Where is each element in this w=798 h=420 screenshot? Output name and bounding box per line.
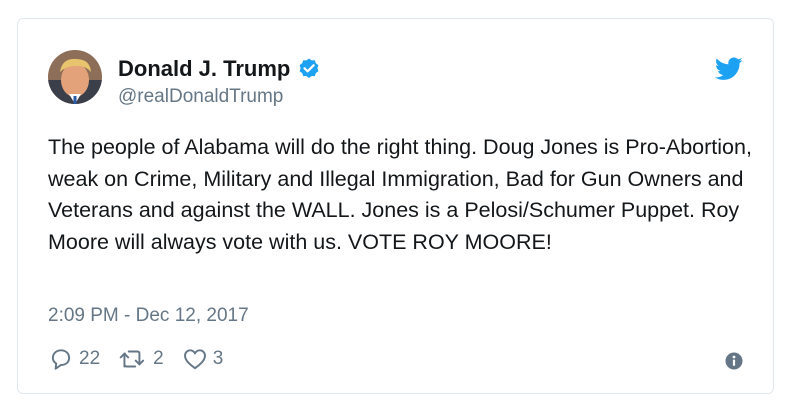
tweet-timestamp[interactable]: 2:09 PM - Dec 12, 2017 bbox=[48, 305, 249, 327]
avatar-image bbox=[48, 50, 102, 104]
reply-count: 22 bbox=[79, 348, 101, 369]
like-count: 3 bbox=[212, 348, 224, 369]
verified-badge-icon bbox=[297, 57, 321, 81]
info-icon[interactable] bbox=[725, 352, 743, 370]
author-row: Donald J. Trump bbox=[118, 55, 321, 83]
tweet-card: Donald J. Trump @realDonaldTrump The peo… bbox=[17, 18, 774, 394]
heart-icon bbox=[183, 349, 206, 370]
retweet-icon bbox=[119, 350, 145, 368]
tweet-actions: 22 2 3 bbox=[48, 345, 241, 373]
reply-button[interactable]: 22 bbox=[48, 346, 100, 372]
author-display-name[interactable]: Donald J. Trump bbox=[118, 56, 290, 82]
like-button[interactable]: 3 bbox=[182, 346, 224, 372]
tweet-text: The people of Alabama will do the right … bbox=[48, 135, 752, 254]
author-handle[interactable]: @realDonaldTrump bbox=[118, 86, 283, 108]
avatar[interactable] bbox=[48, 50, 102, 104]
reply-icon bbox=[51, 349, 71, 370]
retweet-count: 2 bbox=[153, 348, 164, 369]
retweet-button[interactable]: 2 bbox=[118, 346, 164, 372]
twitter-bird-icon[interactable] bbox=[714, 57, 743, 81]
